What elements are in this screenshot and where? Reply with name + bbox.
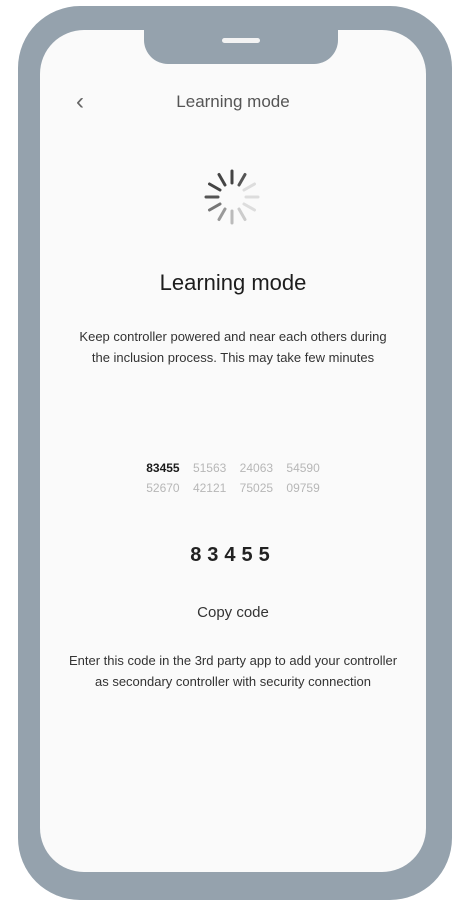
code-row-1: 83455 51563 24063 54590 bbox=[40, 458, 426, 478]
code-instructions: Enter this code in the 3rd party app to … bbox=[68, 653, 398, 689]
learning-mode-heading: Learning mode bbox=[159, 270, 307, 295]
code-cell: 75025 bbox=[239, 481, 274, 495]
page-title: Learning mode bbox=[176, 92, 290, 111]
speaker bbox=[222, 38, 260, 43]
instruction-description: Keep controller powered and near each ot… bbox=[79, 329, 387, 365]
code-cell: 09759 bbox=[286, 481, 320, 495]
phone-frame: ‹ Learning mode Learning mode Keep contr… bbox=[18, 6, 452, 900]
security-code-grid: 83455 51563 24063 54590 52670 42121 7502… bbox=[40, 458, 426, 498]
code-row-2: 52670 42121 75025 09759 bbox=[40, 478, 426, 498]
copy-code-button[interactable]: Copy code bbox=[40, 604, 426, 621]
notch bbox=[144, 30, 338, 64]
code-cell: 42121 bbox=[192, 481, 227, 495]
code-cell: 51563 bbox=[192, 461, 227, 475]
phone-screen: ‹ Learning mode Learning mode Keep contr… bbox=[40, 30, 426, 872]
code-cell: 52670 bbox=[146, 481, 180, 495]
loading-spinner-icon bbox=[204, 169, 260, 225]
code-cell: 54590 bbox=[286, 461, 320, 475]
code-cell: 83455 bbox=[146, 461, 180, 475]
pin-code: 83455 bbox=[190, 544, 276, 566]
code-cell: 24063 bbox=[239, 461, 274, 475]
